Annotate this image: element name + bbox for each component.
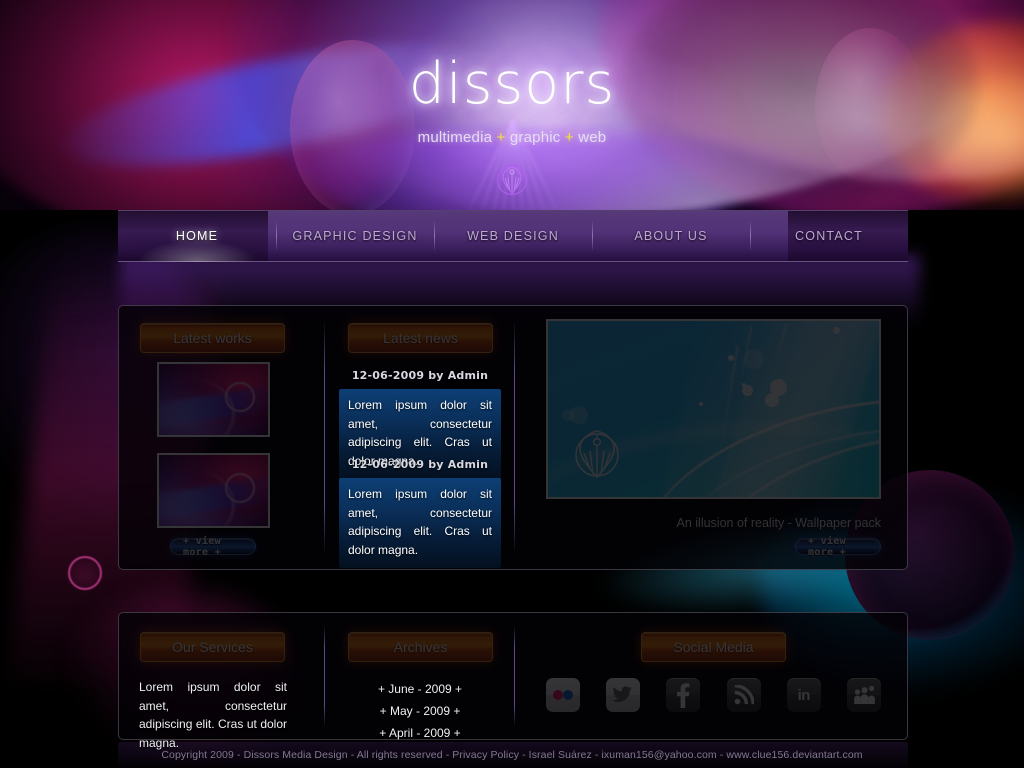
- archive-item-april[interactable]: + April - 2009 +: [339, 722, 501, 744]
- brand-block: dissors multimedia + graphic + web: [0, 56, 1024, 147]
- news-date-2: 12-06-2009 by Admin: [351, 458, 489, 471]
- dissors-emblem-icon: [496, 164, 528, 196]
- archives-list: + June - 2009 + + May - 2009 + + April -…: [339, 678, 501, 745]
- tagline-plus-1: +: [496, 129, 506, 146]
- main-navigation: HOME GRAPHIC DESIGN WEB DESIGN ABOUT US …: [118, 210, 908, 262]
- archive-item-june[interactable]: + June - 2009 +: [339, 678, 501, 700]
- divider-works-news: [324, 320, 325, 555]
- divider-archives-social: [514, 625, 515, 727]
- tagline-word-1: multimedia: [417, 129, 493, 146]
- page-root: dissors multimedia + graphic + web HOME …: [0, 0, 1024, 768]
- header-banner: dissors multimedia + graphic + web: [0, 0, 1024, 210]
- site-tagline: multimedia + graphic + web: [0, 129, 1024, 146]
- nav-item-home[interactable]: HOME: [118, 211, 276, 262]
- news-entry-2: 12-06-2009 by Admin Lorem ipsum dolor si…: [339, 458, 501, 569]
- header-emblem-wrap: [0, 160, 1024, 205]
- tagline-plus-2: +: [564, 129, 574, 146]
- tagline-word-2: graphic: [509, 129, 561, 146]
- nav-item-web-design[interactable]: WEB DESIGN: [434, 211, 592, 261]
- services-description: Lorem ipsum dolor sit amet, consectetur …: [139, 680, 287, 750]
- archive-item-may[interactable]: + May - 2009 +: [339, 700, 501, 722]
- bg-magenta-ring: [68, 556, 102, 590]
- site-logo[interactable]: dissors: [0, 56, 1024, 113]
- tagline-word-3: web: [578, 129, 607, 146]
- divider-news-feature: [514, 320, 515, 555]
- news-date-1: 12-06-2009 by Admin: [351, 369, 489, 382]
- main-content-panel: [118, 305, 908, 570]
- news-body-2: Lorem ipsum dolor sit amet, consectetur …: [339, 478, 501, 569]
- nav-item-graphic-design[interactable]: GRAPHIC DESIGN: [276, 211, 434, 261]
- divider-services-archives: [324, 625, 325, 727]
- nav-item-contact[interactable]: CONTACT: [750, 211, 908, 261]
- nav-item-about-us[interactable]: ABOUT US: [592, 211, 750, 261]
